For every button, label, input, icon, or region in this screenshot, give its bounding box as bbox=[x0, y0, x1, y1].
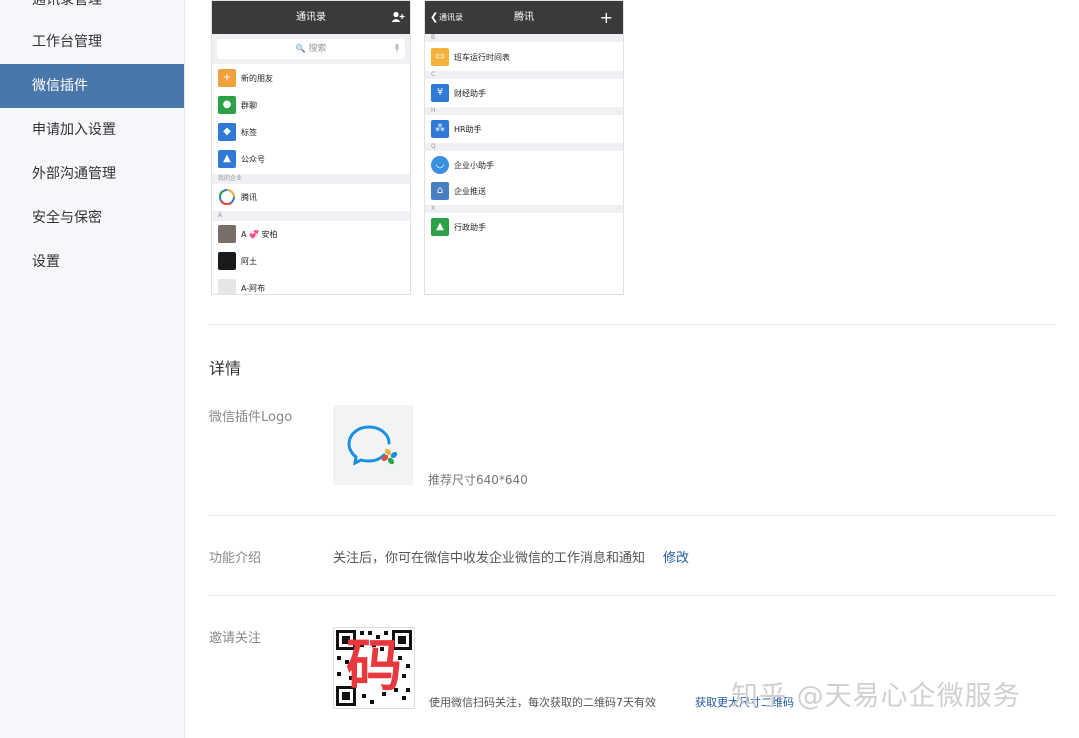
contacts-preview-search: 🔍 搜索 bbox=[212, 34, 410, 64]
contact-row: A-阿布 bbox=[212, 275, 410, 294]
section-my-company: 我的企业 bbox=[212, 174, 410, 184]
group-icon: ● bbox=[218, 96, 236, 114]
list-item-official-accounts: ▲ 公众号 bbox=[212, 146, 410, 173]
intro-label: 功能介绍 bbox=[209, 551, 262, 566]
sidebar-item-external[interactable]: 外部沟通管理 bbox=[0, 152, 184, 196]
company-preview: ❮ 通讯录 腾讯 + B ▭ 班车运行时间表 C ¥ 财经助手 H ⁂ HR助手… bbox=[424, 0, 624, 295]
yen-icon: ¥ bbox=[431, 84, 449, 102]
ticket-icon: ▭ bbox=[431, 48, 449, 66]
list-item-company-push: ⌂ 企业推送 bbox=[425, 178, 623, 205]
official-account-icon: ▲ bbox=[218, 150, 236, 168]
section-h: H bbox=[425, 107, 623, 115]
admin-person-icon: ▲ bbox=[431, 218, 449, 236]
qr-overlay-mark: 码 bbox=[346, 634, 402, 699]
details-heading: 详情 bbox=[209, 359, 242, 378]
section-q: Q bbox=[425, 143, 623, 151]
avatar bbox=[218, 279, 236, 294]
search-box: 🔍 搜索 bbox=[217, 39, 405, 59]
divider bbox=[209, 595, 1055, 596]
logo-size-hint: 推荐尺寸640*640 bbox=[428, 473, 528, 487]
section-x: X bbox=[425, 205, 623, 213]
sidebar: 通讯录管理 工作台管理 微信插件 申请加入设置 外部沟通管理 安全与保密 设置 bbox=[0, 0, 185, 738]
intro-text: 关注后，你可在微信中收发企业微信的工作消息和通知 bbox=[333, 551, 646, 566]
list-item-admin-assistant: ▲ 行政助手 bbox=[425, 214, 623, 241]
section-a: A bbox=[212, 211, 410, 221]
company-preview-header: ❮ 通讯录 腾讯 + bbox=[425, 1, 623, 34]
home-icon: ⌂ bbox=[431, 182, 449, 200]
hr-network-icon: ⁂ bbox=[431, 120, 449, 138]
contact-row: A 💞 安柏 bbox=[212, 221, 410, 248]
add-contact-icon bbox=[391, 11, 405, 22]
list-item-group-chat: ● 群聊 bbox=[212, 92, 410, 119]
avatar bbox=[218, 225, 236, 243]
main-content: 通讯录 🔍 搜索 + 新的朋友 ● 群聊 ◆ 标签 ▲ 公众号 我的企业 腾讯 … bbox=[185, 0, 1079, 738]
smile-icon: ◡ bbox=[431, 156, 449, 174]
contacts-preview: 通讯录 🔍 搜索 + 新的朋友 ● 群聊 ◆ 标签 ▲ 公众号 我的企业 腾讯 … bbox=[211, 0, 411, 295]
sidebar-item-contacts[interactable]: 通讯录管理 bbox=[0, 0, 184, 22]
sidebar-item-security[interactable]: 安全与保密 bbox=[0, 196, 184, 240]
tencent-logo-icon bbox=[219, 189, 235, 205]
divider bbox=[209, 324, 1055, 325]
sidebar-item-join-settings[interactable]: 申请加入设置 bbox=[0, 108, 184, 152]
list-item-tags: ◆ 标签 bbox=[212, 119, 410, 146]
list-item-new-friends: + 新的朋友 bbox=[212, 65, 410, 92]
wecom-logo-icon bbox=[347, 425, 398, 466]
invite-qr-code: 码 bbox=[333, 627, 415, 709]
sidebar-item-wechat-plugin[interactable]: 微信插件 bbox=[0, 64, 184, 108]
search-placeholder: 搜索 bbox=[308, 44, 327, 54]
section-b: B bbox=[425, 34, 623, 42]
watermark: 知乎 @天易心企微服务 bbox=[731, 681, 1021, 712]
logo-label: 微信插件Logo bbox=[209, 410, 293, 425]
search-icon: 🔍 bbox=[295, 44, 306, 53]
contacts-preview-header: 通讯录 bbox=[212, 1, 410, 34]
invite-hint: 使用微信扫码关注，每次获取的二维码7天有效 bbox=[429, 696, 656, 709]
plugin-logo[interactable] bbox=[333, 405, 413, 485]
section-c: C bbox=[425, 71, 623, 79]
contacts-preview-title: 通讯录 bbox=[296, 12, 326, 23]
invite-label: 邀请关注 bbox=[209, 631, 262, 646]
list-item-finance-assistant: ¥ 财经助手 bbox=[425, 80, 623, 107]
new-friend-icon: + bbox=[218, 69, 236, 87]
contact-row: 阿土 bbox=[212, 248, 410, 275]
list-item-bus-schedule: ▭ 班车运行时间表 bbox=[425, 44, 623, 71]
sidebar-item-workbench[interactable]: 工作台管理 bbox=[0, 20, 184, 64]
divider bbox=[209, 515, 1055, 516]
list-item-hr-assistant: ⁂ HR助手 bbox=[425, 116, 623, 143]
edit-intro-link[interactable]: 修改 bbox=[663, 547, 689, 566]
company-preview-title: 腾讯 bbox=[514, 12, 534, 23]
avatar bbox=[218, 252, 236, 270]
microphone-icon bbox=[395, 44, 399, 53]
list-item-company: 腾讯 bbox=[212, 184, 410, 211]
list-item-company-helper: ◡ 企业小助手 bbox=[425, 152, 623, 179]
sidebar-item-settings[interactable]: 设置 bbox=[0, 240, 184, 284]
tag-icon: ◆ bbox=[218, 123, 236, 141]
plus-icon: + bbox=[599, 8, 613, 27]
